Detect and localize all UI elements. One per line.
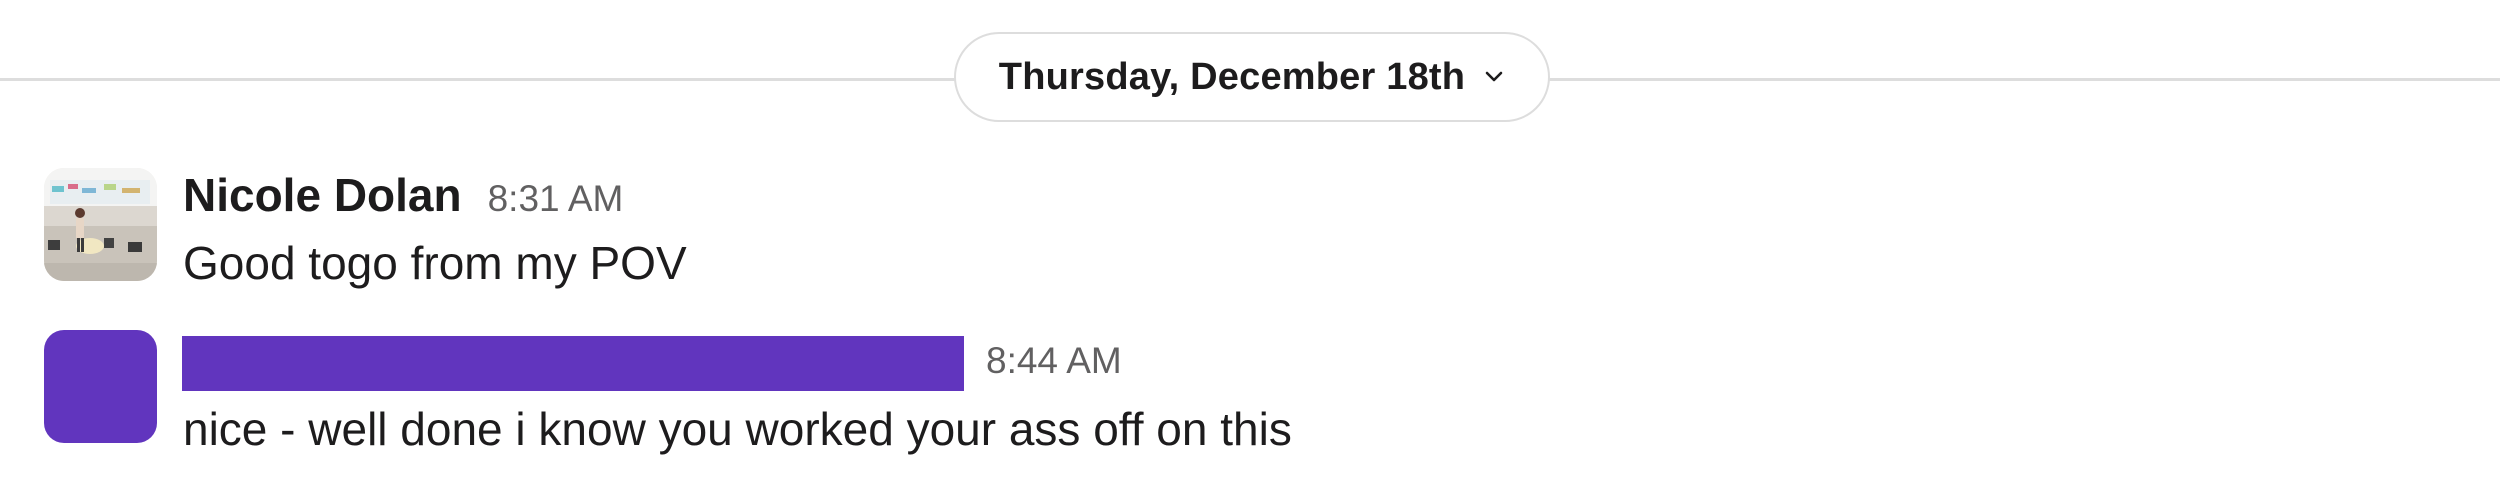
message-header: Nicole Dolan 8:31 AM <box>183 168 623 224</box>
message-timestamp[interactable]: 8:44 AM <box>986 340 1122 382</box>
sender-name-redacted[interactable] <box>182 336 964 391</box>
message-timestamp[interactable]: 8:31 AM <box>488 178 624 220</box>
message-text: nice - well done i know you worked your … <box>183 403 1292 455</box>
message-text: Good togo from my POV <box>183 237 687 289</box>
message-item: 8:44 AM nice - well done i know you work… <box>0 330 2500 460</box>
sender-name[interactable]: Nicole Dolan <box>183 168 462 222</box>
avatar[interactable] <box>44 168 157 281</box>
avatar[interactable] <box>44 330 157 443</box>
date-divider-label: Thursday, December 18th <box>998 55 1466 98</box>
message-item: Nicole Dolan 8:31 AM Good togo from my P… <box>0 168 2500 298</box>
chevron-down-icon <box>1483 66 1505 88</box>
date-divider-button[interactable]: Thursday, December 18th <box>954 32 1550 122</box>
